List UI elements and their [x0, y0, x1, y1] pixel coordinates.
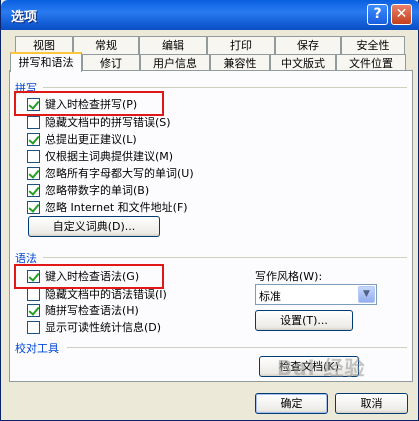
writing-style-select[interactable]: 标准 ▼ [255, 284, 377, 305]
checkbox[interactable] [27, 183, 40, 197]
checkbox[interactable] [27, 303, 40, 317]
check-spelling-as-you-type[interactable]: 键入时检查拼写(P) [27, 97, 137, 111]
hide-spelling-errors[interactable]: 隐藏文档中的拼写错误(S) [27, 115, 171, 129]
checkbox-label: 键入时检查语法(G) [45, 270, 140, 283]
ignore-uppercase-words[interactable]: 忽略所有字母都大写的单词(U) [27, 166, 194, 180]
tab-label: 文件位置 [349, 57, 393, 70]
checkbox[interactable] [27, 287, 40, 301]
checkbox-label: 忽略 Internet 和文件地址(F) [45, 201, 188, 214]
checkbox-label: 仅根据主词典提供建议(M) [45, 150, 174, 163]
grammar-separator [43, 257, 407, 258]
checkbox[interactable] [27, 269, 40, 283]
dialog-title: 选项 [11, 10, 38, 25]
tab-label: 常规 [95, 39, 117, 52]
question-icon: ? [373, 6, 382, 22]
tab-label: 编辑 [162, 39, 184, 52]
checkbox[interactable] [27, 320, 40, 334]
tab-label: 中文版式 [281, 57, 325, 70]
spelling-section-title: 拼写 [15, 82, 37, 95]
tab-label: 兼容性 [223, 57, 257, 70]
suggest-from-main-dictionary-only[interactable]: 仅根据主词典提供建议(M) [27, 149, 173, 163]
always-suggest-corrections[interactable]: 总提出更正建议(L) [27, 132, 137, 146]
checkbox[interactable] [27, 166, 40, 180]
checkbox-label: 总提出更正建议(L) [45, 133, 137, 146]
tab-general[interactable]: 常规 [73, 36, 139, 54]
checkbox-label: 键入时检查拼写(P) [45, 98, 138, 111]
button-label: 确定 [280, 397, 303, 410]
ok-button[interactable]: 确定 [255, 393, 328, 414]
hide-grammar-errors[interactable]: 隐藏文档中的语法错误(I) [27, 287, 167, 301]
title-bar[interactable]: 选项 ? ✕ [1, 0, 419, 30]
custom-dictionaries-button[interactable]: 自定义词典(D)... [28, 216, 160, 237]
tab-security[interactable]: 安全性 [341, 36, 405, 54]
ignore-internet-file-addresses[interactable]: 忽略 Internet 和文件地址(F) [27, 200, 188, 214]
close-icon: ✕ [395, 6, 408, 22]
button-label: 取消 [360, 397, 383, 410]
watermark: Bai 经验 [277, 356, 366, 380]
cancel-button[interactable]: 取消 [335, 393, 408, 414]
tab-spelling-grammar[interactable]: 拼写和语法 [10, 52, 82, 72]
close-button[interactable]: ✕ [391, 4, 412, 25]
writing-style-label: 写作风格(W): [255, 270, 323, 283]
check-grammar-as-you-type[interactable]: 键入时检查语法(G) [27, 269, 139, 283]
checkbox[interactable] [27, 97, 40, 111]
checkbox[interactable] [27, 132, 40, 146]
spelling-separator [43, 87, 407, 88]
tab-print[interactable]: 打印 [207, 36, 275, 54]
checkbox-label: 显示可读性统计信息(D) [45, 321, 162, 334]
grammar-section-title: 语法 [15, 252, 37, 265]
tab-label: 保存 [297, 39, 319, 52]
tab-label: 用户信息 [153, 57, 197, 70]
checkbox-label: 忽略所有字母都大写的单词(U) [45, 167, 194, 180]
tab-save[interactable]: 保存 [275, 36, 341, 54]
chevron-down-icon[interactable]: ▼ [358, 286, 375, 303]
checkbox-label: 随拼写检查语法(H) [45, 304, 139, 317]
checkbox[interactable] [27, 115, 40, 129]
tab-label: 打印 [230, 39, 252, 52]
check-grammar-with-spelling[interactable]: 随拼写检查语法(H) [27, 303, 139, 317]
checkbox-label: 隐藏文档中的语法错误(I) [45, 288, 167, 301]
button-label: 自定义词典(D)... [52, 220, 136, 233]
tab-label: 修订 [100, 57, 122, 70]
tab-label: 视图 [33, 39, 55, 52]
checkbox[interactable] [27, 200, 40, 214]
tab-label: 拼写和语法 [18, 56, 74, 69]
help-button[interactable]: ? [367, 4, 388, 25]
grammar-settings-button[interactable]: 设置(T)... [255, 310, 353, 331]
button-label: 设置(T)... [280, 314, 328, 327]
checkbox-label: 隐藏文档中的拼写错误(S) [45, 116, 171, 129]
tab-edit[interactable]: 编辑 [139, 36, 207, 54]
ignore-words-with-numbers[interactable]: 忽略带数字的单词(B) [27, 183, 149, 197]
checkbox[interactable] [27, 149, 40, 163]
proofing-separator [67, 347, 407, 348]
options-dialog: 选项 ? ✕ 视图 常规 编辑 打印 保存 安全性 拼写和语法 修订 用户信息 … [0, 0, 419, 421]
checkbox-label: 忽略带数字的单词(B) [45, 184, 150, 197]
show-readability-statistics[interactable]: 显示可读性统计信息(D) [27, 320, 161, 334]
tab-label: 安全性 [356, 39, 390, 52]
writing-style-value: 标准 [259, 290, 281, 303]
proofing-tools-section-title: 校对工具 [15, 342, 59, 355]
